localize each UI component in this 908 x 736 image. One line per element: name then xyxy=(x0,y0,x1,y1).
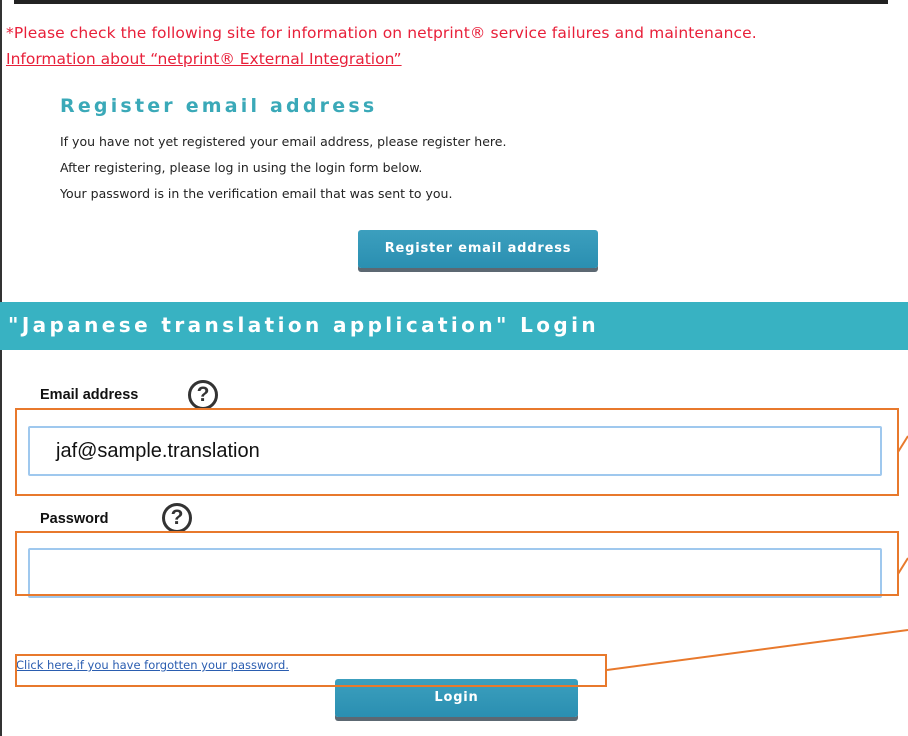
forgot-callout-line xyxy=(606,629,908,671)
callout-lines xyxy=(606,435,908,671)
email-callout-line xyxy=(897,435,908,453)
password-callout-line xyxy=(897,557,908,575)
